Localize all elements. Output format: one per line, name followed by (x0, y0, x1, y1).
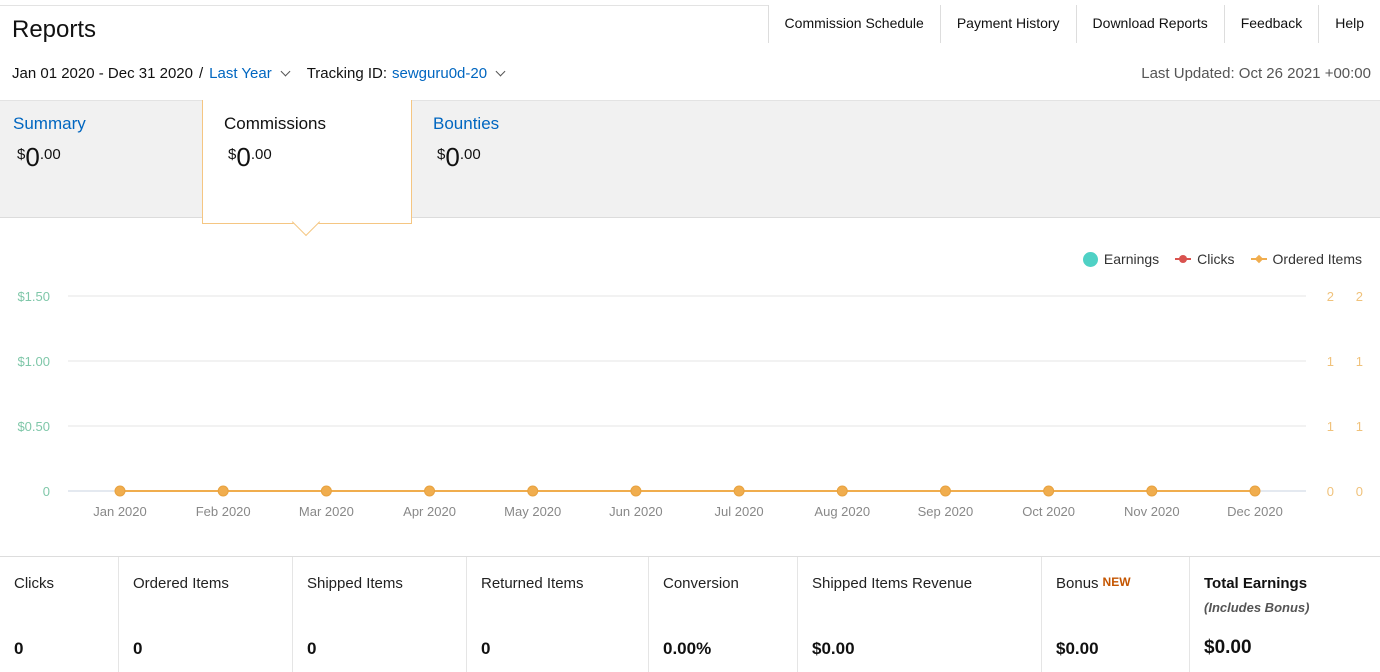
chart-legend: Earnings Clicks Ordered Items (1067, 251, 1362, 267)
period-dropdown[interactable]: Last Year (209, 65, 272, 82)
x-tick-label: Nov 2020 (1124, 504, 1180, 519)
download-reports-link[interactable]: Download Reports (1076, 5, 1225, 43)
x-tick-label: Mar 2020 (299, 504, 354, 519)
stat-total-earnings: Total Earnings (Includes Bonus) $0.00 (1190, 557, 1380, 672)
data-point (1043, 485, 1055, 497)
y-right-tick-label: 0 (1327, 484, 1334, 499)
legend-ordered-items[interactable]: Ordered Items (1250, 251, 1362, 267)
feedback-link[interactable]: Feedback (1224, 5, 1320, 43)
tab-summary-label: Summary (13, 114, 86, 133)
y-right-tick-label: 0 (1356, 484, 1363, 499)
data-point (1249, 485, 1261, 497)
data-point (114, 485, 126, 497)
tracking-label: Tracking ID: (306, 65, 387, 82)
x-tick-label: Aug 2020 (814, 504, 870, 519)
legend-ordered-items-label: Ordered Items (1272, 251, 1362, 267)
report-nav: Commission Schedule Payment History Down… (767, 5, 1380, 43)
legend-clicks-label: Clicks (1197, 251, 1235, 267)
page-title: Reports (12, 16, 97, 43)
tab-bounties-label: Bounties (433, 114, 500, 133)
stat-returned-items: Returned Items 0 (467, 557, 649, 672)
y-left-tick-label: $0.50 (17, 419, 50, 434)
data-point (424, 485, 436, 497)
x-tick-label: Jul 2020 (715, 504, 764, 519)
stat-clicks: Clicks 0 (0, 557, 119, 672)
y-right-tick-label: 1 (1356, 354, 1363, 369)
data-point (630, 485, 642, 497)
commission-schedule-link[interactable]: Commission Schedule (768, 5, 941, 43)
last-updated: Last Updated: Oct 26 2021 +00:00 (1141, 65, 1371, 82)
filter-row: Jan 01 2020 - Dec 31 2020 / Last Year Tr… (12, 65, 514, 82)
data-point (320, 485, 332, 497)
y-left-tick-label: $1.50 (17, 289, 50, 304)
x-tick-label: Sep 2020 (918, 504, 974, 519)
data-point (939, 485, 951, 497)
stat-ordered-items: Ordered Items 0 (119, 557, 293, 672)
y-left-tick-label: $1.00 (17, 354, 50, 369)
chevron-down-icon[interactable] (495, 66, 506, 77)
stats-row: Clicks 0 Ordered Items 0 Shipped Items 0 Re… (0, 556, 1380, 672)
date-separator: / (198, 65, 204, 82)
payment-history-link[interactable]: Payment History (940, 5, 1077, 43)
data-point (217, 485, 229, 497)
tab-commissions-label: Commissions (224, 114, 327, 133)
tab-commissions[interactable]: Commissions $0.00 (202, 100, 412, 224)
bounties-amount: $0.00 (437, 142, 481, 172)
tab-bounties[interactable]: Bounties $0.00 (420, 100, 630, 218)
stat-shipped-revenue: Shipped Items Revenue $0.00 (798, 557, 1042, 672)
tab-summary[interactable]: Summary $0.00 (0, 100, 210, 218)
includes-bonus-note: (Includes Bonus) (1204, 600, 1310, 615)
ordered-items-line-icon (1250, 258, 1267, 260)
chevron-down-icon[interactable] (280, 66, 291, 77)
legend-earnings-label: Earnings (1103, 251, 1160, 267)
x-tick-label: Dec 2020 (1227, 504, 1283, 519)
y-right-tick-label: 1 (1327, 354, 1334, 369)
y-right-tick-label: 2 (1327, 289, 1334, 304)
tracking-id-dropdown[interactable]: sewguru0d-20 (392, 65, 487, 82)
data-point (836, 485, 848, 497)
stat-bonus: Bonus NEW $0.00 (1042, 557, 1190, 672)
x-tick-label: Jun 2020 (609, 504, 663, 519)
stat-conversion: Conversion 0.00% (649, 557, 798, 672)
data-point (733, 485, 745, 497)
x-tick-label: Jan 2020 (93, 504, 147, 519)
x-tick-label: Oct 2020 (1022, 504, 1075, 519)
x-tick-label: May 2020 (504, 504, 561, 519)
date-range: Jan 01 2020 - Dec 31 2020 (12, 65, 193, 82)
data-point (1146, 485, 1158, 497)
data-point (527, 485, 539, 497)
y-right-tick-label: 1 (1327, 419, 1334, 434)
clicks-line-icon (1175, 255, 1192, 263)
earnings-chart: 0 0 0 $0.50 1 1 $1.00 1 1 $1.50 2 2 Jan 2020 Feb 2020… (17, 289, 1363, 519)
summary-amount: $0.00 (17, 142, 61, 172)
help-link[interactable]: Help (1319, 5, 1380, 43)
earnings-dot-icon (1082, 251, 1098, 267)
y-left-tick-label: 0 (43, 484, 50, 499)
y-right-tick-label: 2 (1356, 289, 1363, 304)
new-badge: NEW (1102, 575, 1131, 589)
x-tick-label: Apr 2020 (403, 504, 456, 519)
x-tick-label: Feb 2020 (196, 504, 251, 519)
legend-earnings[interactable]: Earnings (1082, 251, 1160, 267)
y-right-tick-label: 1 (1356, 419, 1363, 434)
commissions-amount: $0.00 (228, 142, 272, 172)
legend-clicks[interactable]: Clicks (1175, 251, 1235, 267)
stat-shipped-items: Shipped Items 0 (293, 557, 467, 672)
